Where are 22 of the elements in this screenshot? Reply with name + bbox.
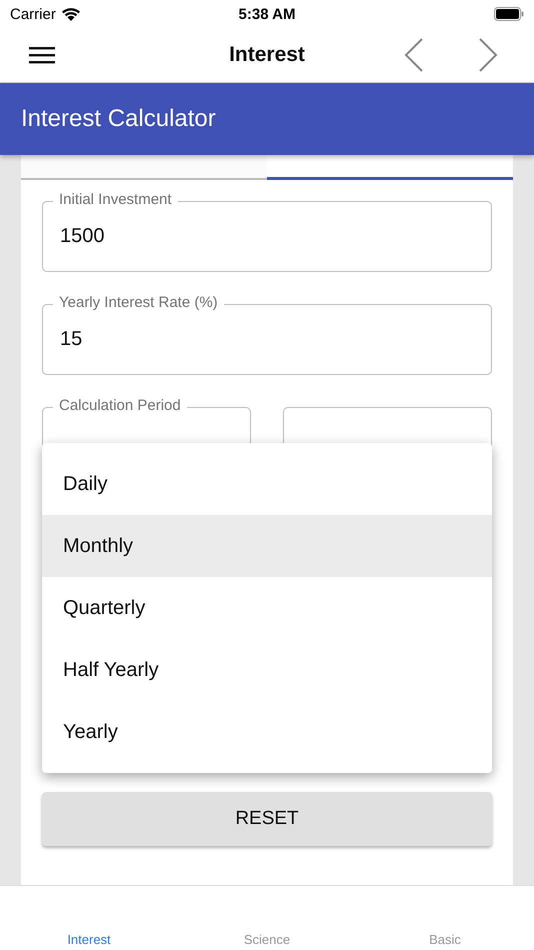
field-value: 15 — [60, 328, 82, 351]
menu-button[interactable] — [29, 46, 55, 64]
back-button[interactable] — [404, 38, 424, 72]
menu-item[interactable]: Quarterly — [42, 577, 492, 639]
menu-icon — [29, 46, 55, 64]
battery-icon — [494, 7, 524, 21]
forward-button[interactable] — [478, 38, 498, 72]
wifi-icon — [60, 6, 81, 22]
menu-item[interactable]: Half Yearly — [42, 639, 492, 701]
field-label: Yearly Interest Rate (%) — [53, 294, 224, 311]
bottom-tab[interactable]: Interest — [0, 932, 178, 950]
field-value: 1500 — [60, 225, 104, 248]
page-title: Interest — [229, 43, 305, 67]
menu-item[interactable]: Yearly — [42, 701, 492, 763]
menu-item[interactable]: Daily — [42, 453, 492, 515]
chevron-right-icon — [478, 38, 498, 72]
status-time: 5:38 AM — [238, 6, 296, 22]
menu-item[interactable]: Monthly — [42, 515, 492, 577]
app-title: Interest Calculator — [21, 105, 216, 133]
chevron-left-icon — [404, 38, 424, 72]
carrier-label: Carrier — [10, 6, 56, 22]
reset-button[interactable]: RESET — [42, 792, 492, 846]
